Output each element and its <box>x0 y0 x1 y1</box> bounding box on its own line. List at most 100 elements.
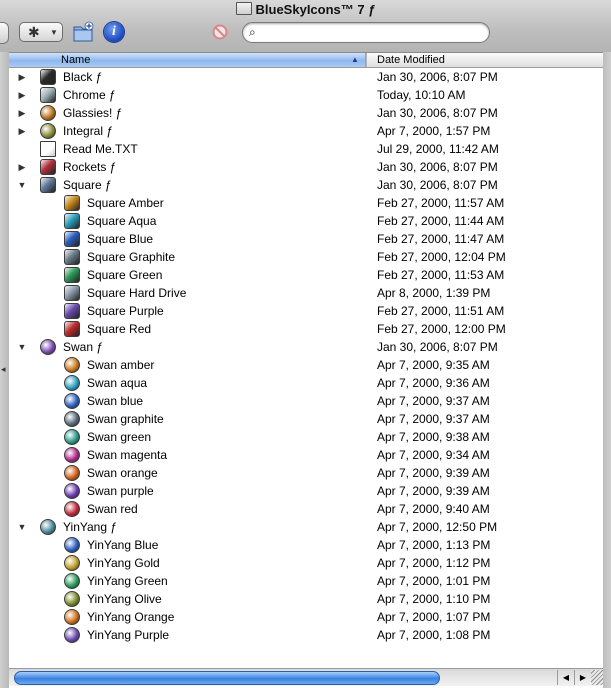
disclosure-triangle-closed-icon[interactable]: ▶ <box>16 68 28 86</box>
list-item[interactable]: Square Graphite Feb 27, 2000, 12:04 PM <box>9 248 603 266</box>
info-icon[interactable]: i <box>104 22 124 42</box>
list-item[interactable]: Square Green Feb 27, 2000, 11:53 AM <box>9 266 603 284</box>
file-icon <box>64 555 80 571</box>
list-item[interactable]: Square Aqua Feb 27, 2000, 11:44 AM <box>9 212 603 230</box>
list-item[interactable]: Read Me.TXT Jul 29, 2000, 11:42 AM <box>9 140 603 158</box>
list-item-name: Square Purple <box>87 304 164 318</box>
horizontal-scrollbar[interactable]: ◀ ▶ <box>9 668 603 686</box>
list-item[interactable]: Swan graphite Apr 7, 2000, 9:37 AM <box>9 410 603 428</box>
list-item[interactable]: Square Purple Feb 27, 2000, 11:51 AM <box>9 302 603 320</box>
disclosure-triangle-open-icon[interactable]: ▼ <box>16 176 28 194</box>
list-item-date: Feb 27, 2000, 11:44 AM <box>377 214 505 228</box>
file-icon <box>64 537 80 553</box>
disclosure-triangle-closed-icon[interactable]: ▶ <box>16 86 28 104</box>
document-icon <box>40 141 56 157</box>
list-item[interactable]: ▼ Swan ƒ Jan 30, 2006, 8:07 PM <box>9 338 603 356</box>
list-item[interactable]: YinYang Orange Apr 7, 2000, 1:07 PM <box>9 608 603 626</box>
list-item[interactable]: ▶ Black ƒ Jan 30, 2006, 8:07 PM <box>9 68 603 86</box>
list-item-name: YinYang Gold <box>87 556 160 570</box>
list-item-date: Apr 7, 2000, 1:01 PM <box>377 574 491 588</box>
list-item-date: Apr 7, 2000, 1:12 PM <box>377 556 491 570</box>
list-item-name: Black ƒ <box>63 70 103 84</box>
list-item[interactable]: ▼ Square ƒ Jan 30, 2006, 8:07 PM <box>9 176 603 194</box>
action-menu-button[interactable]: ✱ ▼ <box>19 22 63 42</box>
list-item-date: Jan 30, 2006, 8:07 PM <box>377 340 498 354</box>
file-icon <box>64 591 80 607</box>
list-item[interactable]: Square Hard Drive Apr 8, 2000, 1:39 PM <box>9 284 603 302</box>
file-icon <box>64 483 80 499</box>
list-item[interactable]: Swan red Apr 7, 2000, 9:40 AM <box>9 500 603 518</box>
disclosure-triangle-closed-icon[interactable]: ▶ <box>16 158 28 176</box>
list-item[interactable]: YinYang Blue Apr 7, 2000, 1:13 PM <box>9 536 603 554</box>
list-item[interactable]: Swan magenta Apr 7, 2000, 9:34 AM <box>9 446 603 464</box>
chevron-down-icon: ▼ <box>50 28 58 37</box>
list-item[interactable]: ▶ Rockets ƒ Jan 30, 2006, 8:07 PM <box>9 158 603 176</box>
list-item-date: Feb 27, 2000, 11:51 AM <box>377 304 505 318</box>
toolbar-back-button[interactable] <box>0 22 9 44</box>
file-icon <box>64 231 80 247</box>
disclosure-triangle-closed-icon[interactable]: ▶ <box>16 104 28 122</box>
folder-icon <box>40 69 56 85</box>
column-header-name-label: Name <box>61 54 91 66</box>
list-item[interactable]: Square Amber Feb 27, 2000, 11:57 AM <box>9 194 603 212</box>
list-item-name: Integral ƒ <box>63 124 114 138</box>
list-item-name: Square Aqua <box>87 214 157 228</box>
list-item-date: Apr 7, 2000, 1:10 PM <box>377 592 491 606</box>
list-item[interactable]: Swan purple Apr 7, 2000, 9:39 AM <box>9 482 603 500</box>
disclosure-triangle-open-icon[interactable]: ▼ <box>16 518 28 536</box>
scrollbar-thumb[interactable] <box>14 671 440 685</box>
new-folder-icon[interactable] <box>72 21 94 43</box>
disclosure-triangle-closed-icon[interactable]: ▶ <box>16 122 28 140</box>
list-item[interactable]: Swan amber Apr 7, 2000, 9:35 AM <box>9 356 603 374</box>
list-item[interactable]: Swan orange Apr 7, 2000, 9:39 AM <box>9 464 603 482</box>
list-item[interactable]: ▶ Glassies! ƒ Jan 30, 2006, 8:07 PM <box>9 104 603 122</box>
list-item[interactable]: Swan blue Apr 7, 2000, 9:37 AM <box>9 392 603 410</box>
list-item[interactable]: ▶ Integral ƒ Apr 7, 2000, 1:57 PM <box>9 122 603 140</box>
column-header-date[interactable]: Date Modified <box>366 53 604 67</box>
column-header-name[interactable]: Name ▲ <box>9 53 366 67</box>
list-item-name: Swan aqua <box>87 376 148 390</box>
file-icon <box>64 609 80 625</box>
list-item[interactable]: YinYang Green Apr 7, 2000, 1:01 PM <box>9 572 603 590</box>
list-item[interactable]: YinYang Gold Apr 7, 2000, 1:12 PM <box>9 554 603 572</box>
search-field[interactable]: ⌕ <box>242 22 490 43</box>
file-icon <box>64 501 80 517</box>
list-item-name: Rockets ƒ <box>63 160 117 174</box>
list-item-name: YinYang Orange <box>87 610 175 624</box>
list-item-name: Square Hard Drive <box>87 286 187 300</box>
disclosure-triangle-open-icon[interactable]: ▼ <box>16 338 28 356</box>
list-item-date: Feb 27, 2000, 11:47 AM <box>377 232 505 246</box>
list-item[interactable]: Square Blue Feb 27, 2000, 11:47 AM <box>9 230 603 248</box>
folder-icon <box>40 159 56 175</box>
list-item[interactable]: ▶ Chrome ƒ Today, 10:10 AM <box>9 86 603 104</box>
resize-handle-icon[interactable]: ◂ <box>1 364 6 375</box>
window-title: BlueSkyIcons™ 7 ƒ <box>0 2 611 18</box>
list-item-name: Swan green <box>87 430 152 444</box>
list-item[interactable]: Square Red Feb 27, 2000, 12:00 PM <box>9 320 603 338</box>
list-item-name: Read Me.TXT <box>63 142 138 156</box>
scroll-right-arrow-icon[interactable]: ▶ <box>574 670 591 685</box>
list-item-date: Apr 8, 2000, 1:39 PM <box>377 286 491 300</box>
list-item-date: Apr 7, 2000, 9:35 AM <box>377 358 490 372</box>
file-list[interactable]: ▶ Black ƒ Jan 30, 2006, 8:07 PM ▶ Chrome ƒ To… <box>9 68 603 668</box>
list-item[interactable]: YinYang Olive Apr 7, 2000, 1:10 PM <box>9 590 603 608</box>
list-item-date: Apr 7, 2000, 9:37 AM <box>377 412 490 426</box>
resize-grip[interactable] <box>591 670 603 685</box>
list-item-date: Apr 7, 2000, 9:37 AM <box>377 394 490 408</box>
list-item-name: Swan blue <box>87 394 144 408</box>
file-icon <box>64 357 80 373</box>
column-headers: Name ▲ Date Modified <box>9 53 603 68</box>
file-icon <box>64 627 80 643</box>
list-item[interactable]: YinYang Purple Apr 7, 2000, 1:08 PM <box>9 626 603 644</box>
list-item-date: Jan 30, 2006, 8:07 PM <box>377 178 498 192</box>
list-item-name: Swan graphite <box>87 412 164 426</box>
search-input[interactable] <box>265 25 479 39</box>
list-item[interactable]: Swan aqua Apr 7, 2000, 9:36 AM <box>9 374 603 392</box>
scroll-left-arrow-icon[interactable]: ◀ <box>557 670 574 685</box>
list-item-date: Apr 7, 2000, 1:13 PM <box>377 538 491 552</box>
list-item[interactable]: ▼ YinYang ƒ Apr 7, 2000, 12:50 PM <box>9 518 603 536</box>
list-item[interactable]: Swan green Apr 7, 2000, 9:38 AM <box>9 428 603 446</box>
list-item-name: Chrome ƒ <box>63 88 116 102</box>
folder-icon <box>40 87 56 103</box>
list-item-name: YinYang ƒ <box>63 520 118 534</box>
